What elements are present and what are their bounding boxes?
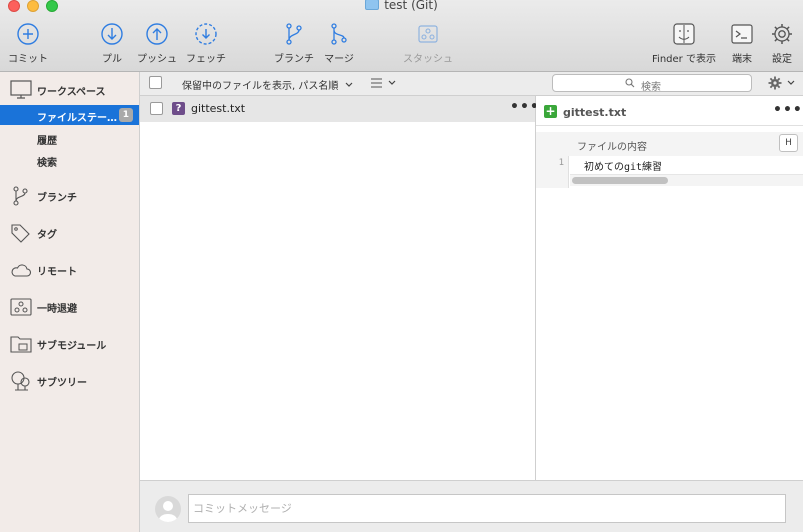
- sidebar-item-branches[interactable]: ブランチ: [0, 184, 139, 206]
- diff-file-name: gittest.txt: [563, 106, 627, 119]
- file-filter-dropdown[interactable]: 保留中のファイルを表示, パス名順: [182, 77, 353, 92]
- added-status-icon: +: [544, 104, 557, 118]
- select-all-checkbox[interactable]: [149, 76, 162, 89]
- list-icon: [371, 78, 382, 88]
- sidebar-item-search[interactable]: 検索: [0, 150, 139, 170]
- merge-button[interactable]: マージ: [322, 22, 356, 65]
- tag-icon: [11, 224, 30, 243]
- sidebar-item-workspace[interactable]: ワークスペース: [0, 78, 139, 100]
- sidebar-item-subtrees[interactable]: サブツリー: [0, 369, 139, 391]
- sidebar-item-file-status[interactable]: ファイルステー… 1: [0, 105, 139, 125]
- chevron-down-icon: [787, 80, 795, 85]
- branch-icon: [13, 186, 28, 206]
- chevron-down-icon: [345, 82, 352, 87]
- sidebar: ワークスペース ファイルステー… 1 履歴 検索 ブランチ タグ リモート 一時…: [0, 72, 140, 532]
- commit-bar: [140, 480, 803, 532]
- action-menu-dropdown[interactable]: [768, 75, 798, 91]
- window-toolbar: test (Git) コミット プル プッシュ フェッチ ブランチ マージ スタ…: [0, 0, 803, 72]
- search-input[interactable]: 検索: [552, 74, 752, 93]
- cloud-icon: [11, 264, 32, 277]
- file-list-pane: ? gittest.txt •••: [140, 96, 539, 480]
- tree-icon: [11, 371, 30, 391]
- finder-icon: [673, 23, 695, 45]
- diff-pane: + gittest.txt ••• ファイルの内容 H 1 初めてのgit練習: [536, 96, 803, 480]
- code-line: 初めてのgit練習: [584, 162, 663, 173]
- gear-icon: [772, 24, 792, 44]
- hunk-button[interactable]: H: [779, 134, 798, 152]
- arrow-up-circle-icon: [146, 23, 168, 45]
- avatar: [155, 496, 181, 522]
- hunk-header: ファイルの内容 H: [536, 132, 803, 156]
- scrollbar-thumb[interactable]: [572, 177, 668, 184]
- monitor-icon: [10, 80, 32, 99]
- chevron-down-icon: [388, 80, 396, 85]
- view-options-dropdown[interactable]: [371, 77, 399, 91]
- show-in-finder-button[interactable]: Finder で表示: [648, 22, 720, 65]
- gear-icon: [768, 76, 782, 90]
- diff-header: + gittest.txt •••: [536, 96, 803, 126]
- stash-icon: [418, 25, 438, 43]
- arrow-down-circle-icon: [101, 23, 123, 45]
- file-filter-bar: 保留中のファイルを表示, パス名順 検索: [140, 72, 803, 96]
- window-title: test (Git): [0, 0, 803, 12]
- folder-icon: [365, 0, 380, 10]
- sidebar-item-remotes[interactable]: リモート: [0, 258, 139, 280]
- submodule-folder-icon: [10, 336, 32, 353]
- push-button[interactable]: プッシュ: [136, 22, 178, 65]
- pull-button[interactable]: プル: [98, 22, 126, 65]
- file-status-count-badge: 1: [118, 108, 133, 122]
- settings-button[interactable]: 設定: [768, 22, 796, 65]
- horizontal-scrollbar[interactable]: [570, 174, 803, 186]
- terminal-icon: [731, 24, 753, 44]
- branch-icon: [286, 23, 302, 45]
- search-icon: [625, 78, 635, 88]
- stash-button[interactable]: スタッシュ: [400, 22, 456, 65]
- merge-icon: [331, 23, 347, 45]
- file-row[interactable]: ? gittest.txt •••: [140, 96, 539, 122]
- user-silhouette-icon: [158, 501, 178, 522]
- commit-plus-icon: [17, 23, 39, 45]
- file-stage-checkbox[interactable]: [150, 102, 163, 115]
- line-number: 1: [558, 158, 564, 168]
- commit-message-input[interactable]: [188, 494, 786, 523]
- sidebar-item-tags[interactable]: タグ: [0, 221, 139, 243]
- untracked-status-icon: ?: [172, 102, 185, 115]
- stash-icon: [10, 298, 32, 316]
- sidebar-item-stashes[interactable]: 一時退避: [0, 295, 139, 317]
- branch-button[interactable]: ブランチ: [272, 22, 316, 65]
- terminal-button[interactable]: 端末: [728, 22, 756, 65]
- file-name: gittest.txt: [191, 102, 246, 115]
- sidebar-item-submodules[interactable]: サブモジュール: [0, 332, 139, 354]
- diff-more-button[interactable]: •••: [773, 102, 803, 118]
- fetch-dashed-circle-icon: [195, 23, 217, 45]
- sidebar-item-history[interactable]: 履歴: [0, 128, 139, 148]
- commit-button[interactable]: コミット: [8, 22, 48, 65]
- fetch-button[interactable]: フェッチ: [184, 22, 228, 65]
